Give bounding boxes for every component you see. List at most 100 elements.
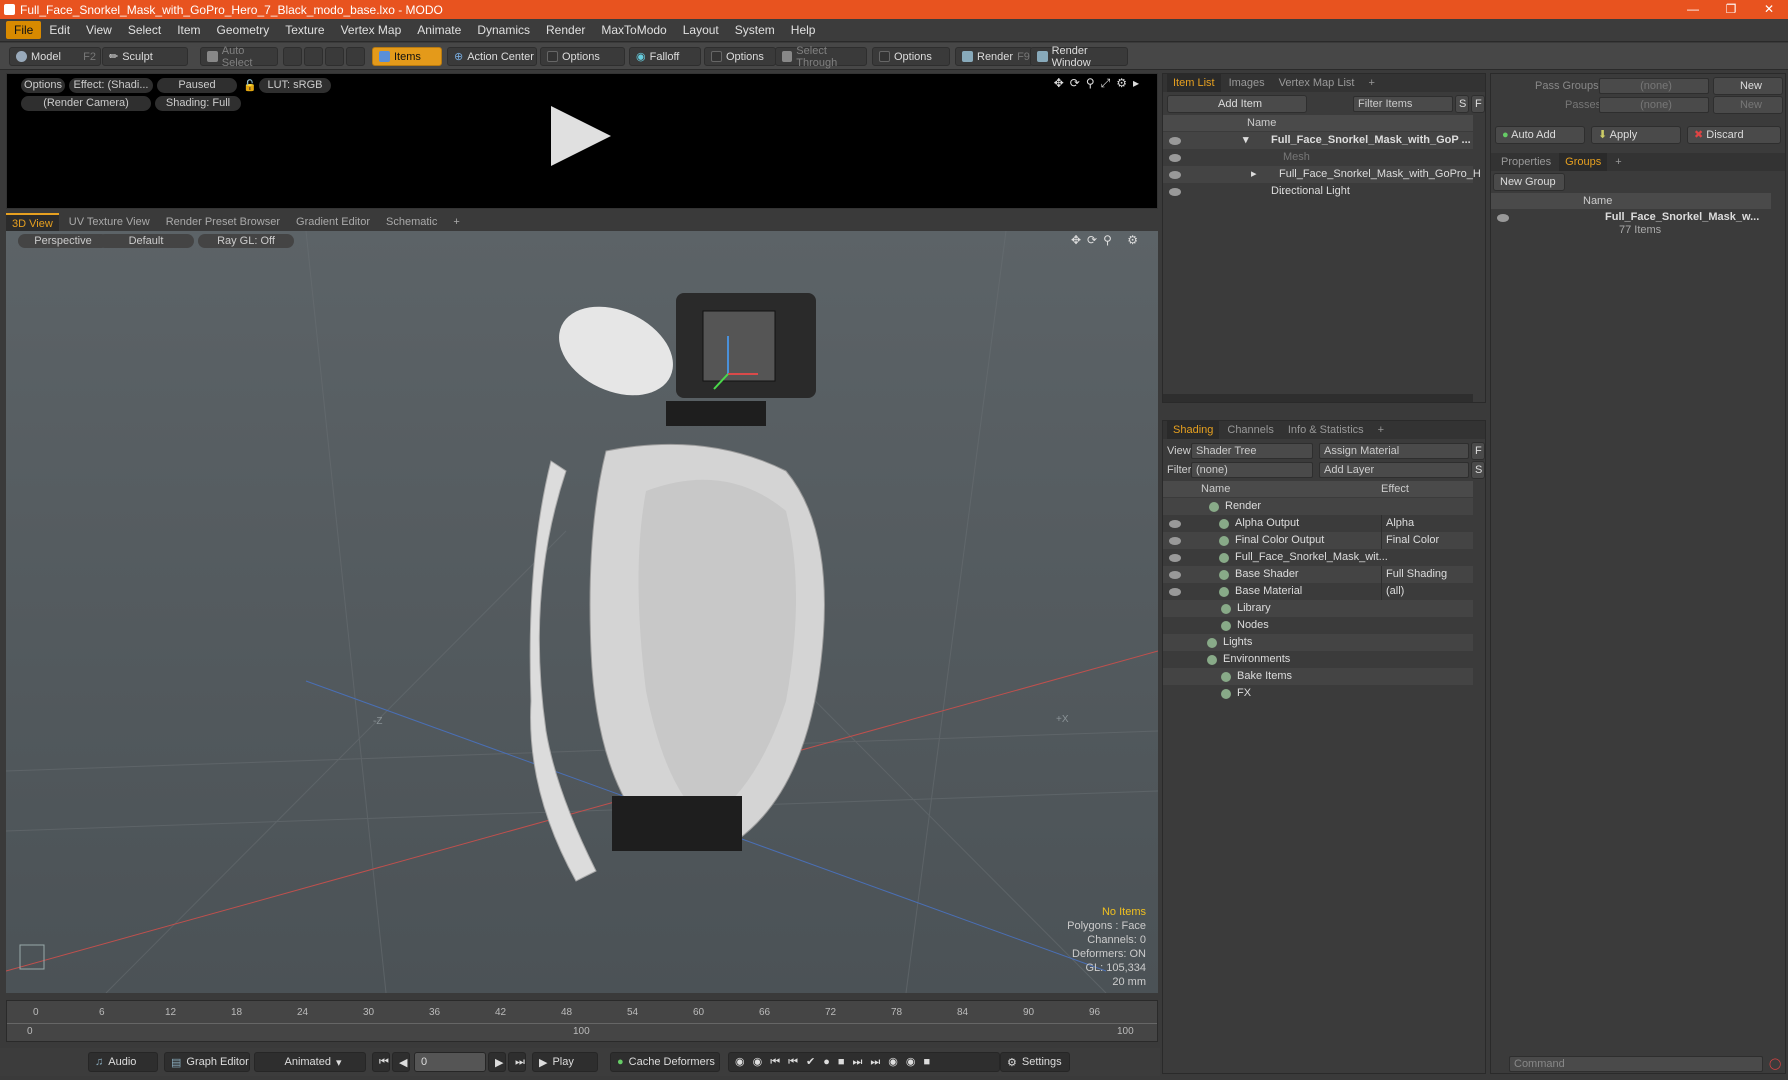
visibility-eye-icon[interactable]: [1497, 214, 1509, 222]
menu-help[interactable]: Help: [783, 21, 824, 39]
range-start[interactable]: 0: [27, 1026, 33, 1037]
tab-item-list[interactable]: Item List: [1167, 74, 1221, 92]
polygons-mode-icon[interactable]: [325, 47, 344, 66]
tab-uv-texture-view[interactable]: UV Texture View: [63, 213, 156, 231]
animated-dropdown[interactable]: Animated ▾: [254, 1052, 366, 1072]
list-item[interactable]: Mesh: [1163, 149, 1473, 166]
menu-vertex-map[interactable]: Vertex Map: [333, 21, 410, 39]
step-back-icon[interactable]: ◀: [392, 1052, 410, 1072]
select-through-button[interactable]: Select Through: [775, 45, 867, 69]
passes-dropdown[interactable]: (none): [1599, 97, 1709, 113]
goto-start-icon[interactable]: ⏮: [372, 1052, 390, 1072]
filter-f-button[interactable]: F: [1471, 95, 1485, 113]
model-mode-button[interactable]: Model F2: [9, 47, 101, 66]
add-layer-dropdown[interactable]: Add Layer: [1319, 462, 1469, 478]
menu-texture[interactable]: Texture: [277, 21, 332, 39]
list-item[interactable]: Directional Light: [1163, 183, 1473, 200]
visibility-eye-icon[interactable]: [1169, 537, 1181, 545]
play-button[interactable]: ▶ Play: [532, 1052, 598, 1072]
tab-groups[interactable]: Groups: [1559, 153, 1608, 171]
3d-viewport[interactable]: Perspective Default Ray GL: Off ✥⟳⚲ ⚙ -Z…: [6, 231, 1158, 993]
sculpt-mode-button[interactable]: ✏ Sculpt: [102, 47, 188, 66]
filter-items-field[interactable]: Filter Items: [1353, 96, 1453, 112]
shader-tree-row[interactable]: Base Shader Full Shading: [1163, 566, 1473, 583]
render-window-button[interactable]: Render Window: [1030, 45, 1128, 69]
layer-effect[interactable]: Final Color: [1381, 532, 1473, 549]
cache-deformers-button[interactable]: ● Cache Deformers: [610, 1052, 720, 1072]
tab-shading[interactable]: Shading: [1167, 421, 1220, 439]
timeline-ruler[interactable]: 0 6 12 18 24 30 36 42 48 54 60 66 72 78 84 90 96: [7, 1003, 1157, 1021]
layer-effect[interactable]: Alpha: [1381, 515, 1473, 532]
action-center-button[interactable]: ⊕ Action Center: [447, 47, 537, 66]
horizontal-scrollbar[interactable]: [1163, 394, 1473, 402]
new-pass-button[interactable]: New: [1713, 96, 1783, 114]
render-button[interactable]: Render F9: [955, 47, 1033, 66]
menu-select[interactable]: Select: [120, 21, 169, 39]
shader-tree-row[interactable]: Final Color Output Final Color: [1163, 532, 1473, 549]
shader-tree-row[interactable]: Base Material (all): [1163, 583, 1473, 600]
visibility-eye-icon[interactable]: [1169, 171, 1181, 179]
add-panel-tab[interactable]: +: [1609, 153, 1627, 171]
goto-end-icon[interactable]: ⏭: [508, 1052, 526, 1072]
expand-icon[interactable]: ▸: [1251, 166, 1257, 183]
menu-animate[interactable]: Animate: [409, 21, 469, 39]
visibility-eye-icon[interactable]: [1169, 137, 1181, 145]
visibility-eye-icon[interactable]: [1169, 154, 1181, 162]
apply-button[interactable]: ⬇ Apply: [1591, 126, 1681, 144]
menu-maxtomodo[interactable]: MaxToModo: [593, 21, 674, 39]
menu-geometry[interactable]: Geometry: [209, 21, 278, 39]
action-center-options-button[interactable]: Options: [540, 47, 625, 66]
frame-input[interactable]: 0: [414, 1052, 486, 1072]
select-through-options-button[interactable]: Options: [872, 47, 950, 66]
shader-tree-row[interactable]: Nodes: [1163, 617, 1473, 634]
shader-tree-row[interactable]: FX: [1163, 685, 1473, 702]
preview-shading-dropdown[interactable]: Shading: Full: [155, 96, 241, 111]
restore-icon[interactable]: ❐: [1712, 0, 1750, 19]
bottom-mount[interactable]: [612, 796, 742, 851]
preview-effect-dropdown[interactable]: Effect: (Shadi...: [69, 78, 153, 93]
visibility-eye-icon[interactable]: [1169, 188, 1181, 196]
shader-tree-row[interactable]: Alpha Output Alpha: [1163, 515, 1473, 532]
auto-add-button[interactable]: ● Auto Add: [1495, 126, 1585, 144]
command-history-icon[interactable]: ◯: [1769, 1057, 1781, 1070]
list-item[interactable]: ▸ Full_Face_Snorkel_Mask_with_GoPro_H ...: [1163, 166, 1481, 197]
add-item-button[interactable]: Add Item: [1167, 95, 1307, 113]
list-item[interactable]: ▾ Full_Face_Snorkel_Mask_with_GoP ...: [1163, 132, 1473, 149]
visibility-eye-icon[interactable]: [1169, 588, 1181, 596]
perspective-dropdown[interactable]: Perspective: [18, 234, 108, 248]
graph-editor-button[interactable]: ▤ Graph Editor: [164, 1052, 250, 1072]
step-forward-icon[interactable]: ▶: [488, 1052, 506, 1072]
shader-tree-row[interactable]: Bake Items: [1163, 668, 1473, 685]
preview-paused-button[interactable]: Paused: [157, 78, 237, 93]
tab-schematic[interactable]: Schematic: [380, 213, 443, 231]
menu-dynamics[interactable]: Dynamics: [469, 21, 538, 39]
tab-info-statistics[interactable]: Info & Statistics: [1282, 421, 1370, 439]
play-render-icon[interactable]: [551, 106, 611, 166]
menu-file[interactable]: File: [6, 21, 42, 39]
new-pass-group-button[interactable]: New: [1713, 77, 1783, 95]
discard-button[interactable]: ✖ Discard: [1687, 126, 1781, 144]
visibility-eye-icon[interactable]: [1169, 571, 1181, 579]
camera-mount[interactable]: [666, 401, 766, 426]
tab-vertex-map-list[interactable]: Vertex Map List: [1273, 74, 1361, 92]
vertices-mode-icon[interactable]: [283, 47, 302, 66]
layer-effect[interactable]: Full Shading: [1381, 566, 1473, 583]
raygl-dropdown[interactable]: Ray GL: Off: [198, 234, 294, 248]
menu-layout[interactable]: Layout: [675, 21, 727, 39]
shader-tree-row[interactable]: Full_Face_Snorkel_Mask_wit...: [1163, 549, 1473, 566]
range-end[interactable]: 100: [1117, 1026, 1134, 1037]
pass-groups-dropdown[interactable]: (none): [1599, 78, 1709, 94]
tab-images[interactable]: Images: [1223, 74, 1271, 92]
preview-options-button[interactable]: Options: [21, 78, 65, 93]
minimize-icon[interactable]: —: [1674, 0, 1712, 19]
timeline[interactable]: 0 6 12 18 24 30 36 42 48 54 60 66 72 78 84 90 96 0 100 1…: [6, 1000, 1158, 1042]
shader-view-dropdown[interactable]: Shader Tree: [1191, 443, 1313, 459]
falloff-button[interactable]: ◉ Falloff: [629, 47, 701, 66]
shading-f-button[interactable]: F: [1471, 442, 1485, 460]
visibility-eye-icon[interactable]: [1169, 554, 1181, 562]
filter-dropdown[interactable]: (none): [1191, 462, 1313, 478]
tab-channels[interactable]: Channels: [1221, 421, 1279, 439]
keyframe-tools[interactable]: ◉◉⏮⏮✔●■⏭⏭◉◉■: [728, 1052, 1000, 1072]
visibility-eye-icon[interactable]: [1169, 520, 1181, 528]
menu-render[interactable]: Render: [538, 21, 593, 39]
